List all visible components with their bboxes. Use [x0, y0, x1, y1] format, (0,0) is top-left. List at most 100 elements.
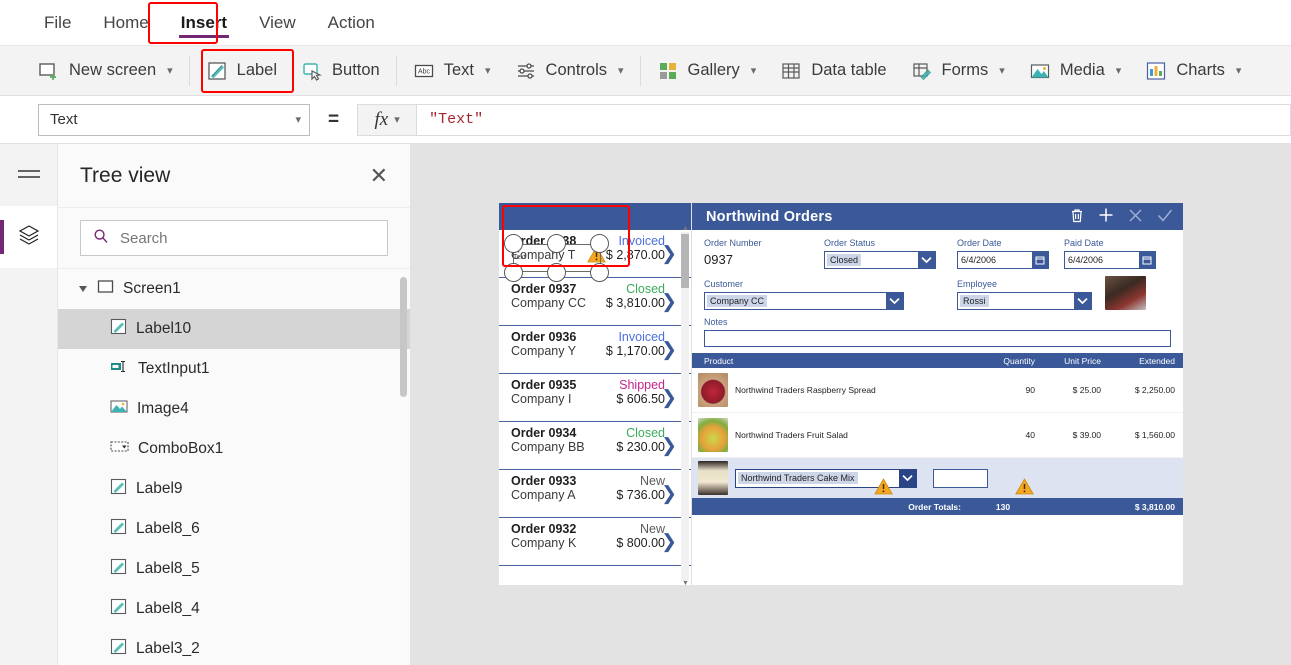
- ribbon-gallery-button[interactable]: Gallery ▾: [645, 53, 769, 89]
- tree-view-rail-button[interactable]: [0, 206, 57, 268]
- tree-node-image4[interactable]: Image4: [58, 389, 410, 429]
- expand-caret-icon[interactable]: [79, 286, 87, 292]
- image-icon: [110, 398, 128, 420]
- label-icon: [110, 478, 127, 500]
- formula-equals-sign: =: [328, 109, 339, 131]
- new-product-value: Northwind Traders Cake Mix: [738, 472, 858, 484]
- close-icon[interactable]: ✕: [370, 165, 388, 187]
- resize-handle-top-right[interactable]: [590, 234, 609, 253]
- cancel-icon[interactable]: [1128, 208, 1143, 226]
- resize-handle-bottom-center[interactable]: [547, 263, 566, 282]
- fx-label: fx: [374, 109, 388, 131]
- resize-handle-bottom-left[interactable]: [504, 263, 523, 282]
- menu-tab-file[interactable]: File: [28, 0, 87, 46]
- ribbon-charts-button[interactable]: Charts ▾: [1133, 53, 1253, 89]
- resize-handle-bottom-right[interactable]: [590, 263, 609, 282]
- ribbon-new-screen-button[interactable]: New screen ▾: [26, 53, 185, 89]
- chevron-right-icon[interactable]: ❯: [661, 290, 677, 313]
- gallery-item[interactable]: Order 0936 Invoiced Company Y $ 1,170.00…: [499, 326, 691, 374]
- tree-node-label9[interactable]: Label9: [58, 469, 410, 509]
- tree-node-label: Image4: [137, 400, 189, 418]
- gallery-company: Company K: [511, 536, 576, 550]
- tree-node-label8-5[interactable]: Label8_5: [58, 549, 410, 589]
- menu-tab-action[interactable]: Action: [312, 0, 391, 46]
- chevron-down-icon[interactable]: [1074, 293, 1091, 309]
- ribbon-button-button[interactable]: Button: [289, 53, 392, 89]
- tree-node-combobox1[interactable]: ComboBox1: [58, 429, 410, 469]
- tree-node-label10[interactable]: Label10: [58, 309, 410, 349]
- scroll-down-icon[interactable]: ▼: [682, 580, 689, 587]
- gallery-item[interactable]: Order 0938 Invoiced Company T $ 2,870.00…: [499, 230, 691, 278]
- field-label: Order Status: [824, 238, 957, 248]
- new-quantity-input[interactable]: [933, 469, 988, 488]
- column-header-extended: Extended: [1101, 356, 1175, 366]
- resize-handle-top-center[interactable]: [547, 234, 566, 253]
- table-row[interactable]: Northwind Traders Fruit Salad 40 $ 39.00…: [692, 413, 1183, 458]
- gallery-order-number: Order 0932: [511, 522, 576, 536]
- order-date-picker[interactable]: 6/4/2006: [957, 251, 1049, 269]
- gallery-status: Shipped: [619, 378, 665, 392]
- notes-input[interactable]: [704, 330, 1171, 347]
- hamburger-menu-button[interactable]: [0, 144, 57, 206]
- column-header-unit-price: Unit Price: [1035, 356, 1101, 366]
- chevron-right-icon[interactable]: ❯: [661, 386, 677, 409]
- search-input[interactable]: Search: [80, 220, 388, 256]
- product-extended: $ 1,560.00: [1101, 430, 1175, 440]
- formula-input[interactable]: "Text": [417, 104, 1291, 136]
- fx-button[interactable]: fx ▾: [357, 104, 417, 136]
- property-select[interactable]: Text ▾: [38, 104, 310, 136]
- order-status-dropdown[interactable]: Closed: [824, 251, 936, 269]
- tree-scrollbar[interactable]: [400, 277, 407, 397]
- calendar-icon[interactable]: [1139, 252, 1155, 268]
- tree-view-panel: Tree view ✕ Search Screen1: [58, 144, 411, 665]
- trash-icon[interactable]: [1070, 208, 1084, 226]
- ribbon-controls-button[interactable]: Controls ▾: [503, 53, 636, 89]
- ribbon-label-button[interactable]: Label: [194, 53, 289, 89]
- employee-dropdown[interactable]: Rossi: [957, 292, 1092, 310]
- ribbon-forms-button[interactable]: Forms ▾: [899, 53, 1017, 89]
- gallery-status: Invoiced: [618, 330, 665, 344]
- field-label: Paid Date: [1064, 238, 1171, 248]
- confirm-icon[interactable]: [1157, 208, 1173, 226]
- gallery-company: Company Y: [511, 344, 576, 358]
- chevron-right-icon[interactable]: ❯: [661, 338, 677, 361]
- chevron-down-icon[interactable]: [899, 470, 916, 487]
- customer-dropdown[interactable]: Company CC: [704, 292, 904, 310]
- ribbon-text-button[interactable]: Abc Text ▾: [401, 53, 503, 89]
- menu-tab-home[interactable]: Home: [87, 0, 164, 46]
- gallery-item[interactable]: Order 0932 New Company K $ 800.00 ❯: [499, 518, 691, 566]
- gallery-item[interactable]: Order 0934 Closed Company BB $ 230.00 ❯: [499, 422, 691, 470]
- tree-node-label8-6[interactable]: Label8_6: [58, 509, 410, 549]
- paid-date-picker[interactable]: 6/4/2006: [1064, 251, 1156, 269]
- chevron-right-icon[interactable]: ❯: [661, 242, 677, 265]
- product-unit-price: $ 25.00: [1035, 385, 1101, 395]
- tree-node-textinput1[interactable]: TextInput1: [58, 349, 410, 389]
- chevron-right-icon[interactable]: ❯: [661, 530, 677, 553]
- ribbon-data-table-button[interactable]: Data table: [768, 53, 898, 89]
- gallery-item[interactable]: Order 0935 Shipped Company I $ 606.50 ❯: [499, 374, 691, 422]
- gallery-scrollbar-thumb[interactable]: [681, 234, 689, 288]
- product-name: Northwind Traders Fruit Salad: [728, 430, 971, 440]
- table-row[interactable]: Northwind Traders Raspberry Spread 90 $ …: [692, 368, 1183, 413]
- chevron-right-icon[interactable]: ❯: [661, 482, 677, 505]
- calendar-icon[interactable]: [1032, 252, 1048, 268]
- gallery-scrollbar[interactable]: ▲ ▼: [681, 232, 689, 581]
- chevron-down-icon[interactable]: [918, 252, 935, 268]
- menu-tab-view[interactable]: View: [243, 0, 312, 46]
- add-icon[interactable]: [1098, 207, 1114, 226]
- chevron-right-icon[interactable]: ❯: [661, 434, 677, 457]
- tree-node-label8-4[interactable]: Label8_4: [58, 589, 410, 629]
- selected-label-control[interactable]: Text: [505, 242, 609, 288]
- scroll-up-icon[interactable]: ▲: [682, 225, 689, 232]
- chevron-down-icon[interactable]: [886, 293, 903, 309]
- paid-date-value: 6/4/2006: [1068, 255, 1103, 265]
- resize-handle-top-left[interactable]: [504, 234, 523, 253]
- gallery-amount: $ 1,170.00: [606, 344, 665, 358]
- tree-node-screen1[interactable]: Screen1: [58, 269, 410, 309]
- menu-tab-insert[interactable]: Insert: [165, 0, 243, 46]
- gallery-item[interactable]: Order 0933 New Company A $ 736.00 ❯: [499, 470, 691, 518]
- ribbon-divider: [640, 56, 641, 86]
- ribbon-text-label: Text: [444, 61, 474, 80]
- ribbon-media-button[interactable]: Media ▾: [1017, 53, 1133, 89]
- tree-node-label3-2[interactable]: Label3_2: [58, 629, 410, 665]
